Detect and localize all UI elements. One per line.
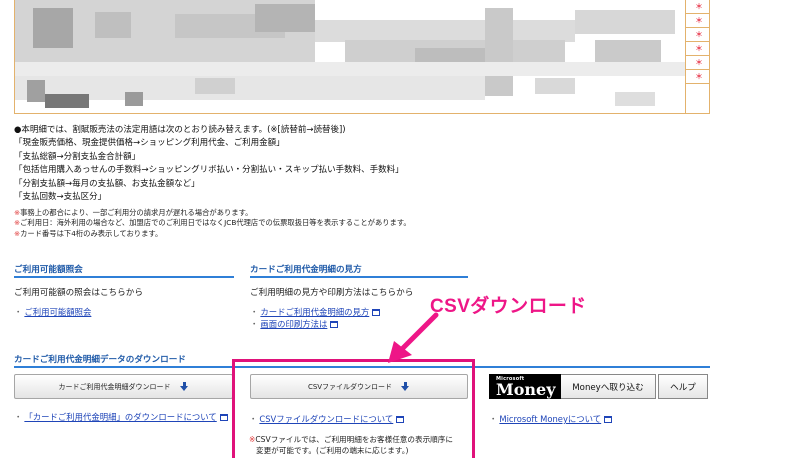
link-bullet: ・ [14,307,23,317]
section-divider [14,276,234,278]
section-divider [250,276,468,278]
statement-guide-description: ご利用明細の見方や印刷方法はこちらから [250,288,414,298]
new-window-icon [219,414,228,421]
statement-table: ＊ ＊ ＊ ＊ ＊ ＊ [14,0,710,114]
link-bullet: ・ [489,414,498,424]
fine-print-line: ※事務上の都合により、一部ご利用分の請求月が遅れる場合があります。 [14,208,253,217]
notes-line: 「支払総額→分割支払金合計額」 [14,151,141,162]
link-bullet: ・ [250,307,259,317]
notes-line: 「分割支払額→毎月の支払額、お支払金額など」 [14,178,200,189]
microsoft-money-logo: Microsoft Money [489,374,561,399]
csv-highlight-box [232,359,475,458]
money-about-link[interactable]: ・ Microsoft Moneyについて [489,413,613,425]
new-window-icon [330,321,339,328]
new-window-icon [604,416,613,423]
statement-marker: ＊ [695,58,703,67]
fine-print: ※事務上の都合により、一部ご利用分の請求月が遅れる場合があります。 ※ご利用日：… [14,208,411,239]
available-credit-link[interactable]: ・ご利用可能額照会 [14,306,91,318]
link-bullet: ・ [250,319,259,329]
statement-marker: ＊ [695,2,703,11]
notes-line: 「包括信用購入あっせんの手数料→ショッピングリボ払い・分割払い・スキップ払い手数… [14,165,404,176]
download-arrow-icon [179,382,189,391]
card-statement-download-button[interactable]: カードご利用代金明細ダウンロード [14,374,233,399]
fine-print-line: ※ご利用日：海外利用の場合など、加盟店でのご利用日ではなくJCB代理店での伝票取… [14,218,411,228]
print-method-link[interactable]: ・画面の印刷方法は [250,318,339,330]
notes-line: 「支払回数→支払区分」 [14,192,107,203]
money-help-button[interactable]: ヘルプ [658,374,708,399]
link-bullet: ・ [14,412,23,422]
available-credit-description: ご利用可能額の照会はこちらから [14,288,143,298]
statement-marker: ＊ [695,16,703,25]
terminology-notes: ●本明細では、割賦販売法の法定用語は次のとおり読み替えます。(※[読替前→読替後… [14,124,404,204]
card-download-about-link[interactable]: ・「カードご利用代金明細」のダウンロードについて [14,411,232,423]
section-title-available-credit: ご利用可能額照会 [14,265,83,275]
notes-heading: ●本明細では、割賦販売法の法定用語は次のとおり読み替えます。(※[読替前→読替後… [14,125,346,135]
section-title-statement-guide: カードご利用代金明細の見方 [250,265,362,275]
notes-line: 「現金販売価格、現金提供価格→ショッピング利用代金、ご利用金額」 [14,138,285,149]
statement-guide-link[interactable]: ・カードご利用代金明細の見方 [250,306,381,318]
statement-marker: ＊ [695,30,703,39]
annotation-arrow-icon [388,312,439,363]
money-import-button[interactable]: Moneyへ取り込む [561,374,656,399]
microsoft-money-toolbar: Microsoft Money Moneyへ取り込む ヘルプ [489,374,710,399]
fine-print-line: ※カード番号は下4桁のみ表示しております。 [14,228,163,238]
statement-marker: ＊ [695,72,703,81]
statement-marker: ＊ [695,44,703,53]
section-title-download: カードご利用代金明細データのダウンロード [14,355,186,365]
